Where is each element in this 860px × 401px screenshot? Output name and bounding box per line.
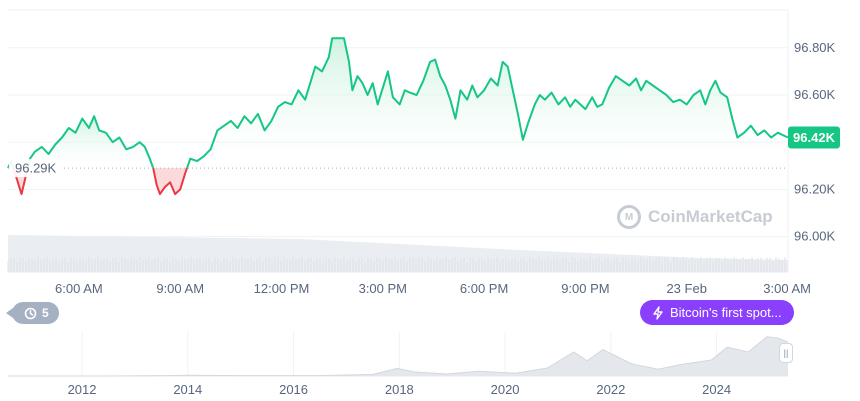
events-count: 5: [42, 306, 49, 320]
overview-area: [8, 336, 788, 376]
event-marker-label: Bitcoin's first spot...: [670, 305, 782, 320]
pause-grip-icon: ||: [783, 348, 789, 358]
event-marker-pill[interactable]: Bitcoin's first spot...: [640, 300, 794, 325]
overview-x-tick-label: 2020: [491, 382, 520, 397]
y-tick-label: 96.60K: [794, 87, 836, 102]
price-chart[interactable]: 96.80K96.60K96.40K96.20K96.00K 6:00 AM9:…: [0, 0, 860, 401]
x-tick-label: 9:00 PM: [561, 281, 609, 296]
current-price-label: 96.42K: [793, 130, 836, 145]
x-tick-label: 9:00 AM: [156, 281, 204, 296]
price-area: [8, 38, 788, 195]
x-tick-label: 12:00 PM: [254, 281, 310, 296]
overview-x-tick-label: 2016: [279, 382, 308, 397]
overview-x-tick-label: 2018: [385, 382, 414, 397]
x-axis-ticks: 6:00 AM 9:00 AM 12:00 PM 3:00 PM 6:00 PM 9:00…: [55, 281, 811, 296]
area-above-baseline: [187, 38, 788, 169]
overview-chart[interactable]: 2012 2014 2016 2018 2020 2022 2024: [8, 332, 789, 397]
baseline-label: 96.29K: [15, 161, 57, 176]
events-history-button[interactable]: 5: [6, 302, 59, 324]
watermark-text: CoinMarketCap: [648, 207, 773, 226]
coinmarketcap-watermark: M CoinMarketCap: [617, 205, 773, 229]
x-tick-label: 6:00 AM: [55, 281, 103, 296]
y-tick-label: 96.80K: [794, 40, 836, 55]
overview-x-tick-label: 2024: [702, 382, 731, 397]
x-tick-label: 3:00 PM: [359, 281, 407, 296]
volume-bars: [7, 235, 788, 272]
x-tick-label: 23 Feb: [666, 281, 706, 296]
overview-x-tick-label: 2012: [68, 382, 97, 397]
overview-x-tick-label: 2022: [596, 382, 625, 397]
coinmarketcap-logo-icon: M: [617, 205, 641, 229]
lightning-icon: [653, 305, 663, 320]
x-tick-label: 6:00 PM: [460, 281, 508, 296]
x-tick-label: 3:00 AM: [763, 281, 811, 296]
y-tick-label: 96.20K: [794, 181, 836, 196]
history-icon: [24, 307, 37, 319]
overview-range-handle[interactable]: ||: [779, 343, 793, 363]
overview-x-tick-label: 2014: [173, 382, 202, 397]
y-tick-label: 96.00K: [794, 229, 836, 244]
